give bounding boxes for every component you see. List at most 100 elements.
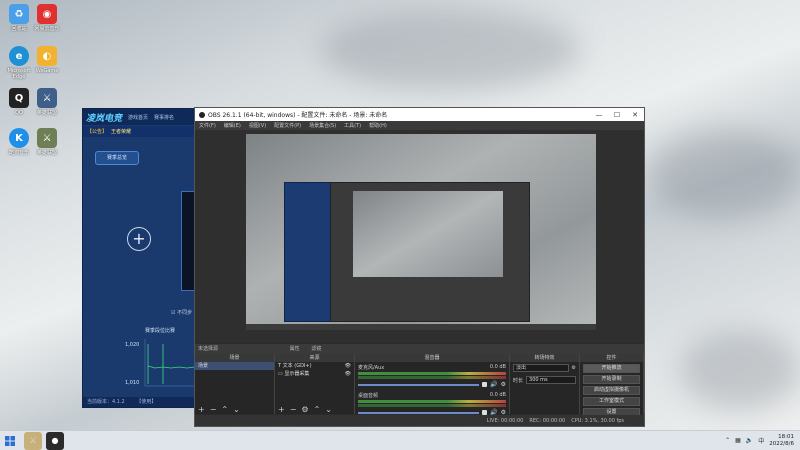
add-button[interactable]: + bbox=[127, 227, 151, 251]
menu-file[interactable]: 文件(F) bbox=[199, 122, 216, 129]
filters-button[interactable]: 滤镜 bbox=[311, 346, 321, 352]
qq-icon: Q bbox=[9, 88, 29, 108]
move-down-icon[interactable]: ⌄ bbox=[325, 405, 332, 414]
channel-db: 0.0 dB bbox=[489, 364, 506, 370]
slider-track[interactable] bbox=[358, 411, 480, 414]
mixer-channel-desktop: 桌面音频 0.0 dB 🔊 ⚙ bbox=[355, 390, 509, 418]
window-controls: — ☐ ✕ bbox=[590, 111, 644, 119]
clock-date: 2022/8/6 bbox=[769, 440, 794, 447]
properties-button[interactable]: 属性 bbox=[290, 346, 300, 352]
taskbar: ⚔ ● ⌃ ▦ 🔈 中 18:01 2022/8/6 bbox=[0, 430, 800, 450]
season-badge[interactable]: 赛季总览 bbox=[95, 151, 139, 165]
volume-meter bbox=[358, 376, 506, 379]
close-icon[interactable]: ✕ bbox=[626, 111, 644, 119]
obs-preview[interactable] bbox=[195, 130, 644, 343]
stats-chart: 1,020 1,010 bbox=[123, 334, 196, 394]
game-footer: 当前版本：4.1.2 【使用】 bbox=[83, 397, 196, 407]
menu-help[interactable]: 帮助(H) bbox=[369, 122, 387, 129]
rec-status: REC: 00:00:00 bbox=[529, 417, 566, 424]
axis-tick: 1,010 bbox=[125, 380, 139, 386]
clock[interactable]: 18:01 2022/8/6 bbox=[769, 434, 794, 448]
axis-tick: 1,020 bbox=[125, 342, 139, 348]
menu-view[interactable]: 视图(V) bbox=[249, 122, 266, 129]
gear-icon[interactable]: ⚙ bbox=[501, 381, 506, 388]
game-header: 凌岚电竞 游戏首页 赛事排名 bbox=[83, 109, 196, 125]
game-nav-home[interactable]: 游戏首页 bbox=[128, 114, 148, 121]
lol-icon: ⚔ bbox=[37, 88, 57, 108]
chart-series bbox=[147, 365, 196, 369]
maximize-icon[interactable]: ☐ bbox=[608, 111, 626, 119]
minimize-icon[interactable]: — bbox=[590, 111, 608, 119]
move-down-icon[interactable]: ⌄ bbox=[233, 405, 240, 414]
slider-track[interactable] bbox=[358, 383, 480, 386]
visibility-icon[interactable]: 👁 bbox=[345, 370, 351, 378]
desktop-icon-wegame[interactable]: ◐ WeGame bbox=[30, 46, 64, 74]
scene-item[interactable]: 场景 bbox=[195, 362, 274, 370]
menu-scene-collection[interactable]: 场景集合(S) bbox=[309, 122, 336, 129]
slider-knob[interactable] bbox=[482, 382, 488, 387]
notice-tag: 【公告】 bbox=[87, 129, 108, 135]
taskbar-lol-icon[interactable]: ⚔ bbox=[24, 431, 42, 450]
channel-db: 0.0 dB bbox=[489, 392, 506, 398]
volume-icon[interactable]: 🔈 bbox=[746, 437, 753, 444]
game-client-window[interactable]: 凌岚电竞 游戏首页 赛事排名 【公告】 王者荣耀 赛季总览 + ☑ 不同步 赛季… bbox=[82, 108, 197, 408]
obs-logo-icon bbox=[199, 111, 205, 118]
source-toolbar: 未选择源 属性 滤镜 bbox=[195, 344, 644, 354]
obs-titlebar[interactable]: OBS 26.1.1 (64-bit, windows) - 配置文件: 未命名… bbox=[195, 108, 644, 121]
gear-icon[interactable]: ⚙ bbox=[572, 365, 576, 371]
preview-obs-window bbox=[330, 182, 530, 322]
ime-icon[interactable]: 中 bbox=[758, 436, 764, 445]
add-icon[interactable]: + bbox=[198, 405, 205, 414]
live-status: LIVE: 00:00:00 bbox=[486, 417, 524, 424]
source-item-display[interactable]: ▭ 显示器采集 👁 bbox=[275, 370, 354, 378]
transitions-dock: 转场特效 淡出 ⚙ 时长 300 ms bbox=[510, 354, 580, 414]
obs-window[interactable]: OBS 26.1.1 (64-bit, windows) - 配置文件: 未命名… bbox=[194, 107, 645, 427]
edge-icon: e bbox=[9, 46, 29, 66]
start-streaming-button[interactable]: 开始推流 bbox=[583, 364, 640, 373]
volume-meter bbox=[358, 404, 506, 407]
desktop-icon-netease-music[interactable]: ◉ 网易云音乐 bbox=[30, 4, 64, 32]
game-nav-rank[interactable]: 赛事排名 bbox=[154, 114, 174, 121]
volume-slider[interactable]: 🔊 ⚙ bbox=[358, 381, 506, 388]
chevron-up-icon[interactable]: ⌃ bbox=[725, 437, 730, 444]
duration-input[interactable]: 300 ms bbox=[526, 376, 576, 384]
no-source-label: 未选择源 bbox=[198, 346, 219, 352]
menu-profile[interactable]: 配置文件(P) bbox=[274, 122, 301, 129]
virtual-camera-button[interactable]: 启动虚拟摄像机 bbox=[583, 386, 640, 395]
menu-edit[interactable]: 编辑(E) bbox=[224, 122, 241, 129]
transition-select[interactable]: 淡出 bbox=[513, 364, 569, 372]
add-icon[interactable]: + bbox=[278, 405, 285, 414]
monitor-icon: ▭ bbox=[278, 371, 283, 377]
move-up-icon[interactable]: ⌃ bbox=[221, 405, 228, 414]
speaker-icon[interactable]: 🔊 bbox=[490, 381, 497, 388]
wallpaper-mark bbox=[320, 10, 580, 90]
wallpaper-mark bbox=[680, 330, 800, 410]
obs-title-text: OBS 26.1.1 (64-bit, windows) - 配置文件: 未命名… bbox=[208, 112, 388, 119]
studio-mode-button[interactable]: 工作室模式 bbox=[583, 397, 640, 406]
desktop-icon-lol-2[interactable]: ⚔ 英雄联盟 bbox=[30, 128, 64, 156]
desktop-icon-label: 网易云音乐 bbox=[34, 26, 60, 32]
start-button[interactable] bbox=[0, 431, 20, 450]
remove-icon[interactable]: − bbox=[290, 405, 297, 414]
notice-text: 王者荣耀 bbox=[111, 129, 132, 135]
gear-icon[interactable]: ⚙ bbox=[301, 405, 308, 414]
visibility-icon[interactable]: 👁 bbox=[345, 362, 351, 370]
stats-chart-svg: 1,020 1,010 bbox=[125, 339, 196, 387]
move-up-icon[interactable]: ⌃ bbox=[314, 405, 321, 414]
game-notice-bar: 【公告】 王者荣耀 bbox=[83, 126, 196, 137]
desktop-icon-lol[interactable]: ⚔ 英雄联盟 bbox=[30, 88, 64, 116]
source-item-text[interactable]: T 文本 (GDI+) 👁 bbox=[275, 362, 354, 370]
text-icon: T bbox=[278, 363, 282, 369]
volume-meter bbox=[358, 400, 506, 403]
preview-game-window bbox=[284, 182, 334, 322]
sync-checkbox[interactable]: ☑ 不同步 bbox=[171, 309, 192, 316]
start-recording-button[interactable]: 开始录制 bbox=[583, 375, 640, 384]
menu-tools[interactable]: 工具(T) bbox=[344, 122, 361, 129]
preview-obs-canvas bbox=[353, 191, 503, 277]
remove-icon[interactable]: − bbox=[210, 405, 217, 414]
taskbar-obs-icon[interactable]: ● bbox=[46, 431, 64, 450]
sources-dock: 来源 T 文本 (GDI+) 👁 ▭ 显示器采集 👁 + − ⚙ ⌃ ⌄ bbox=[275, 354, 355, 414]
network-icon[interactable]: ▦ bbox=[735, 437, 741, 444]
cpu-status: CPU: 3.1%, 30.00 fps bbox=[571, 417, 624, 424]
windows-icon bbox=[5, 435, 15, 446]
